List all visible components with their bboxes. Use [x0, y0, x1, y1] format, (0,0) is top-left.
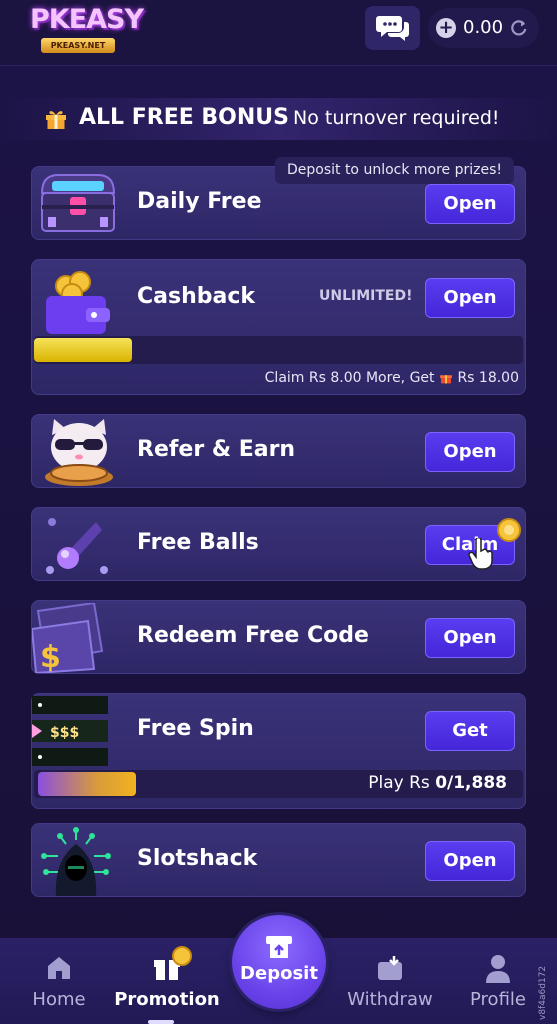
- deposit-button[interactable]: Deposit: [232, 915, 326, 1009]
- refer-earn-open-button[interactable]: Open: [425, 432, 515, 472]
- daily-free-open-button[interactable]: Open: [425, 184, 515, 224]
- top-header: PKEASY PKEASY.NET + 0.00: [0, 0, 557, 66]
- profile-icon: [486, 955, 510, 983]
- deposit-label: Deposit: [240, 963, 318, 984]
- svg-text:$: $: [40, 640, 61, 673]
- voucher-ticket-icon: $: [32, 603, 104, 673]
- play-label: Play Rs: [368, 773, 430, 793]
- version-label: v8f4a6d172: [538, 965, 548, 1020]
- nav-home-label: Home: [32, 989, 86, 1010]
- banner-subtitle: No turnover required!: [293, 107, 500, 129]
- deposit-unlock-tooltip: Deposit to unlock more prizes!: [275, 157, 514, 184]
- add-funds-icon[interactable]: +: [436, 18, 456, 38]
- logo-subtext: PKEASY.NET: [41, 38, 115, 53]
- gift-icon: [440, 375, 452, 384]
- gift-icon: [46, 111, 66, 129]
- refer-earn-card[interactable]: Refer & Earn Open: [31, 414, 526, 488]
- nav-withdraw[interactable]: Withdraw: [340, 938, 440, 1024]
- coin-badge-icon: [497, 518, 521, 542]
- logo-text: PKEASY: [30, 4, 144, 35]
- wallet-coins-icon: [46, 271, 110, 334]
- hacker-hood-icon: [41, 827, 111, 896]
- withdraw-wallet-icon: [378, 956, 402, 980]
- free-spin-get-button[interactable]: Get: [425, 711, 515, 751]
- free-spin-card[interactable]: $$$ Free Spin Get Play Rs 0/1,888: [31, 693, 526, 809]
- nav-active-indicator: [148, 1020, 174, 1024]
- nav-promotion[interactable]: Promotion: [112, 938, 222, 1024]
- free-spin-progress-fill: [38, 772, 136, 796]
- cashback-note: Claim Rs 8.00 More, Get Rs 18.00: [265, 370, 519, 386]
- cashback-reward-amount: Rs 18.00: [457, 370, 519, 386]
- cashback-title: Cashback: [137, 284, 256, 309]
- slotshack-title: Slotshack: [137, 846, 258, 871]
- chat-button[interactable]: [365, 6, 420, 50]
- refer-earn-title: Refer & Earn: [137, 437, 296, 462]
- cashback-progress-bar: [34, 336, 523, 364]
- nav-home[interactable]: Home: [18, 938, 100, 1024]
- ticket-text: $$$: [50, 725, 79, 741]
- slotshack-card[interactable]: Slotshack Open: [31, 823, 526, 897]
- banner-title: ALL FREE BONUS: [79, 105, 289, 130]
- refresh-icon[interactable]: [509, 18, 529, 38]
- cat-sunglasses-icon: [45, 419, 113, 486]
- gift-coin-icon: [154, 946, 192, 980]
- treasure-chest-icon: [40, 174, 116, 232]
- slot-ticket-icon: $$$: [32, 696, 108, 766]
- free-balls-title: Free Balls: [137, 530, 259, 555]
- cashback-card[interactable]: Cashback UNLIMITED! Open Claim Rs 8.00 M…: [31, 259, 526, 395]
- chat-bubble-icon: [375, 16, 409, 41]
- nav-profile-label: Profile: [470, 989, 526, 1010]
- nav-withdraw-label: Withdraw: [347, 989, 433, 1010]
- cashback-progress-fill: [34, 338, 132, 362]
- ball-shot-icon: [46, 518, 108, 574]
- free-spin-play-note: Play Rs 0/1,888: [368, 773, 507, 793]
- free-balls-card[interactable]: Free Balls Claim: [31, 507, 526, 581]
- cashback-open-button[interactable]: Open: [425, 278, 515, 318]
- home-icon: [48, 957, 70, 979]
- deposit-atm-icon: [266, 936, 292, 958]
- balance-display: + 0.00: [428, 8, 539, 48]
- daily-free-title: Daily Free: [137, 189, 262, 214]
- play-value: 0/1,888: [435, 773, 507, 793]
- redeem-code-card[interactable]: $ Redeem Free Code Open: [31, 600, 526, 674]
- nav-profile[interactable]: Profile: [458, 938, 538, 1024]
- pkeasy-logo[interactable]: PKEASY PKEASY.NET: [30, 4, 144, 54]
- hand-cursor-icon: [468, 538, 493, 570]
- redeem-code-open-button[interactable]: Open: [425, 618, 515, 658]
- redeem-code-title: Redeem Free Code: [137, 623, 369, 648]
- cashback-note-text: Claim Rs 8.00 More, Get: [264, 370, 435, 386]
- free-spin-title: Free Spin: [137, 716, 254, 741]
- nav-promotion-label: Promotion: [114, 989, 220, 1010]
- balance-amount: 0.00: [463, 17, 504, 38]
- unlimited-badge: UNLIMITED!: [319, 288, 413, 304]
- slotshack-open-button[interactable]: Open: [425, 841, 515, 881]
- free-bonus-banner: ALL FREE BONUS No turnover required!: [0, 98, 557, 140]
